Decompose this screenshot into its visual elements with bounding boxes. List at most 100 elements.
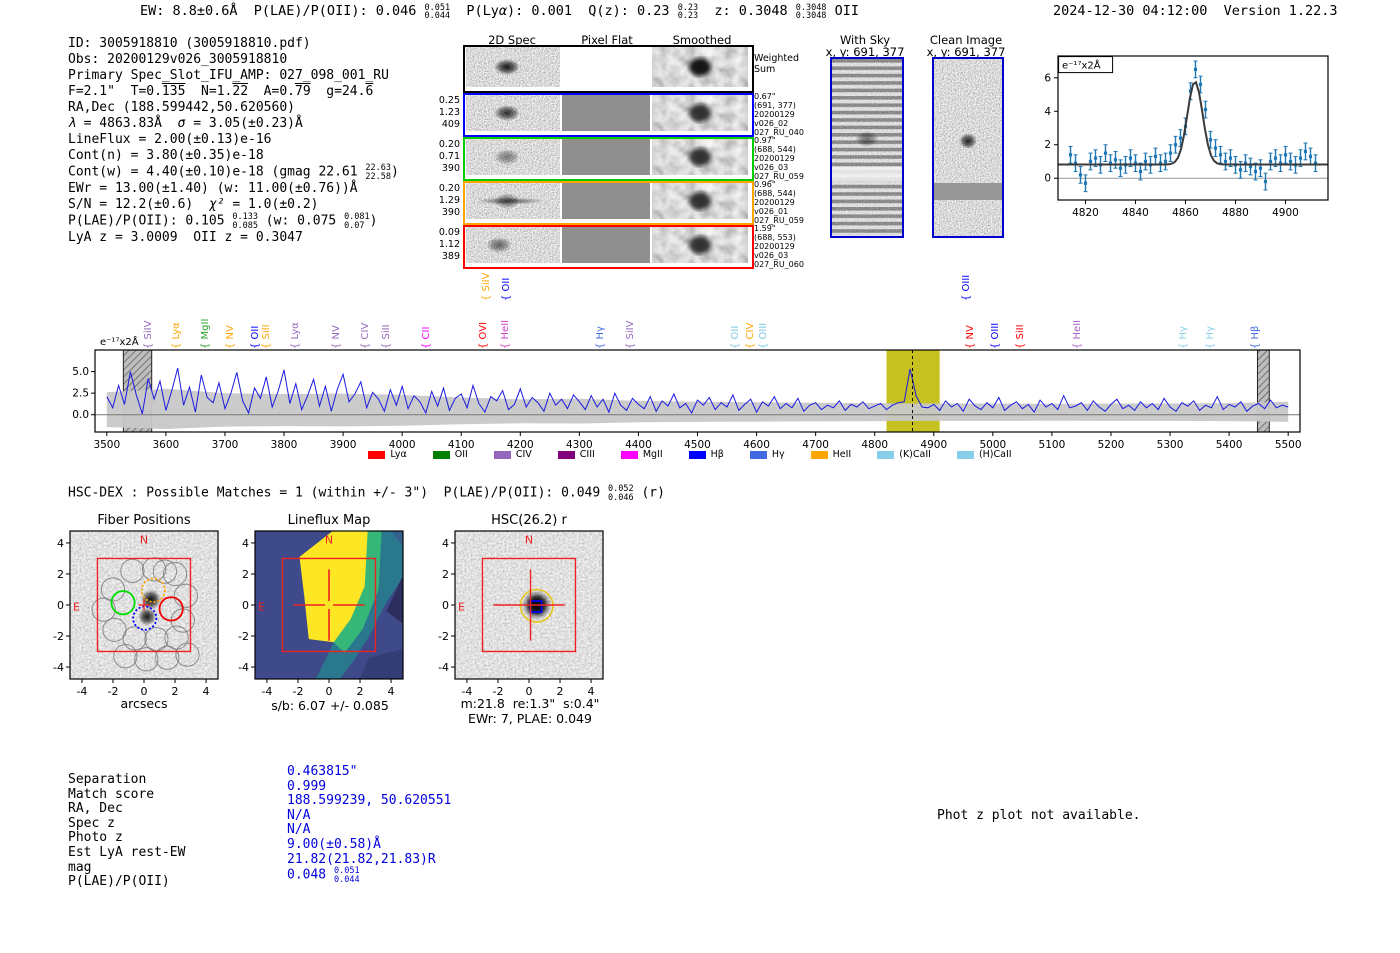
legend-label: OII — [454, 449, 468, 460]
svg-text:4860: 4860 — [1172, 207, 1199, 219]
emission-line-label: { Hβ — [1250, 325, 1262, 349]
emission-line-label: { OII — [729, 325, 741, 349]
emission-line-label: { OII — [501, 277, 513, 301]
clean-image — [932, 57, 1004, 238]
spec2d-row-left-labels: 0.20 1.29 390 — [438, 183, 460, 218]
spec2d-row-right-labels: 1.59" (688, 553) 20200129 v026_03 027_RU_060 — [754, 224, 804, 269]
legend-item: Hγ — [749, 449, 785, 460]
lineflux-panel-xlabel: s/b: 6.07 +/- 0.085 — [271, 698, 389, 713]
svg-text:2: 2 — [357, 685, 364, 698]
legend-swatch — [877, 450, 895, 459]
emission-line-label: { Lyα — [171, 322, 182, 349]
match-table-labels: Separation Match score RA, Dec Spec z Photo … — [68, 772, 185, 890]
legend-swatch — [749, 450, 767, 459]
legend-item: MgII — [620, 449, 663, 460]
info-line: λ = 4863.83Å σ = 3.05(±0.23)Å — [68, 116, 303, 131]
summary-header-line: EW: 8.8±0.6Å P(LAE)/P(OII): 0.046 0.051 0… — [140, 2, 859, 21]
svg-text:4820: 4820 — [1072, 207, 1099, 219]
svg-text:-2: -2 — [238, 630, 249, 643]
match-table-label: RA, Dec — [68, 801, 123, 817]
east-marker: E — [458, 601, 465, 614]
svg-text:4880: 4880 — [1222, 207, 1249, 219]
svg-text:4: 4 — [1044, 106, 1051, 118]
legend-swatch — [368, 450, 386, 459]
hsc-dex-match-line: HSC-DEX : Possible Matches = 1 (within +… — [68, 484, 665, 503]
sup-sub-value: 0.051 0.044 — [424, 2, 451, 21]
spec2d-row-left-labels: 0.20 0.71 390 — [438, 139, 460, 174]
emission-line-label: { HeII — [500, 319, 511, 349]
legend-item: HeII — [810, 449, 852, 460]
east-marker: E — [258, 601, 265, 614]
detection-info-block: ID: 3005918810 (3005918810.pdf) Obs: 2020… — [68, 36, 399, 246]
spec2d-row-right-labels: 0.97" (688, 544) 20200129 v026_03 027_RU_059 — [754, 136, 804, 181]
emission-line-label: { SiII — [381, 324, 393, 349]
emission-line-label: { Hγ — [1205, 326, 1217, 349]
emission-line-label: { OII — [250, 325, 262, 349]
main-plot-legend: Lyα OII CIV CIII MgII Hβ Hγ HeII (K)CaII (H)CaII — [60, 449, 1320, 460]
inset-ylabel: e⁻¹⁷x2Å — [1062, 59, 1101, 72]
legend-item: (H)CaII — [956, 449, 1012, 460]
svg-text:-2: -2 — [53, 630, 64, 643]
legend-swatch — [810, 450, 828, 459]
sup-sub-value: 22.63 22.58 — [365, 163, 392, 182]
emission-line-label: { SiIV — [625, 320, 637, 349]
svg-text:0: 0 — [242, 599, 249, 612]
spec2d-row — [463, 93, 754, 137]
sup-sub-value: 0.23 0.23 — [677, 2, 699, 21]
spec2d-row — [463, 225, 754, 269]
svg-text:0.0: 0.0 — [72, 409, 89, 421]
info-line: S/N = 12.2(±0.6) χ² = 1.0(±0.2) — [68, 197, 319, 212]
hsc-panel-title: HSC(26.2) r — [491, 513, 567, 528]
svg-text:-2: -2 — [438, 630, 449, 643]
legend-item: (K)CaII — [877, 449, 931, 460]
svg-text:-4: -4 — [53, 661, 64, 674]
emission-line-label: { NV — [964, 325, 976, 349]
legend-item: Hβ — [688, 449, 724, 460]
svg-text:4: 4 — [388, 685, 395, 698]
svg-text:0: 0 — [442, 599, 449, 612]
fiber-panel-xlabel: arcsecs — [120, 696, 168, 711]
match-table-label: Photo z — [68, 830, 123, 846]
match-table-label: Match score — [68, 786, 155, 802]
info-line: LineFlux = 2.00(±0.13)e-16 — [68, 132, 272, 147]
north-marker: N — [525, 534, 533, 547]
svg-text:5.0: 5.0 — [72, 366, 89, 378]
info-line: P(LAE)/P(OII): 0.105 0.133 0.085 (w: 0.07… — [68, 212, 378, 231]
match-table-label: Separation — [68, 772, 147, 787]
emission-line-label: { OVI — [478, 321, 490, 349]
info-line: ID: 3005918810 (3005918810.pdf) — [68, 36, 311, 51]
info-line: Primary Spec_Slot_IFU_AMP: 027_098_001_R… — [68, 68, 389, 83]
spec2d-row-right-labels: 0.96" (688, 544) 20200129 v026_01 027_RU_059 — [754, 180, 804, 225]
spec2d-row — [463, 181, 754, 225]
legend-swatch — [688, 450, 706, 459]
legend-label: HeII — [832, 449, 852, 460]
emission-line-label: { OIII — [758, 322, 770, 349]
match-table-label: Spec z — [68, 815, 115, 831]
legend-swatch — [557, 450, 575, 459]
legend-label: CIII — [579, 449, 595, 460]
emission-line-label: { CIV — [745, 322, 757, 349]
match-table-value: N/A — [287, 807, 311, 823]
legend-label: (H)CaII — [978, 449, 1012, 460]
svg-text:2.5: 2.5 — [72, 388, 89, 400]
emission-line-label: { NV — [331, 325, 343, 349]
match-table-value: 21.82(21.82,21.83)R — [287, 851, 436, 867]
svg-text:4: 4 — [242, 537, 249, 550]
sup-sub-value: 0.081 0.07 — [344, 212, 370, 231]
emission-line-label: { Hγ — [595, 326, 607, 349]
hsc-panel-xlabel1: m:21.8 re:1.3" s:0.4" — [460, 696, 600, 711]
spec2d-row — [463, 137, 754, 181]
legend-label: (K)CaII — [899, 449, 931, 460]
svg-text:4: 4 — [57, 537, 64, 550]
svg-text:2: 2 — [1044, 139, 1051, 151]
emission-line-label: { SiII — [1014, 324, 1026, 349]
hsc-panel-xlabel2: EWr: 7, PLAE: 0.049 — [468, 711, 592, 726]
main-plot-ylabel: e⁻¹⁷x2Å — [100, 337, 139, 348]
svg-text:-4: -4 — [238, 661, 249, 674]
match-table-value: 0.463815" — [287, 764, 358, 779]
legend-label: Lyα — [390, 449, 407, 460]
svg-text:2: 2 — [242, 568, 249, 581]
svg-text:4840: 4840 — [1122, 207, 1149, 219]
emission-line-label: { Hγ — [1177, 326, 1189, 349]
svg-text:0: 0 — [57, 599, 64, 612]
